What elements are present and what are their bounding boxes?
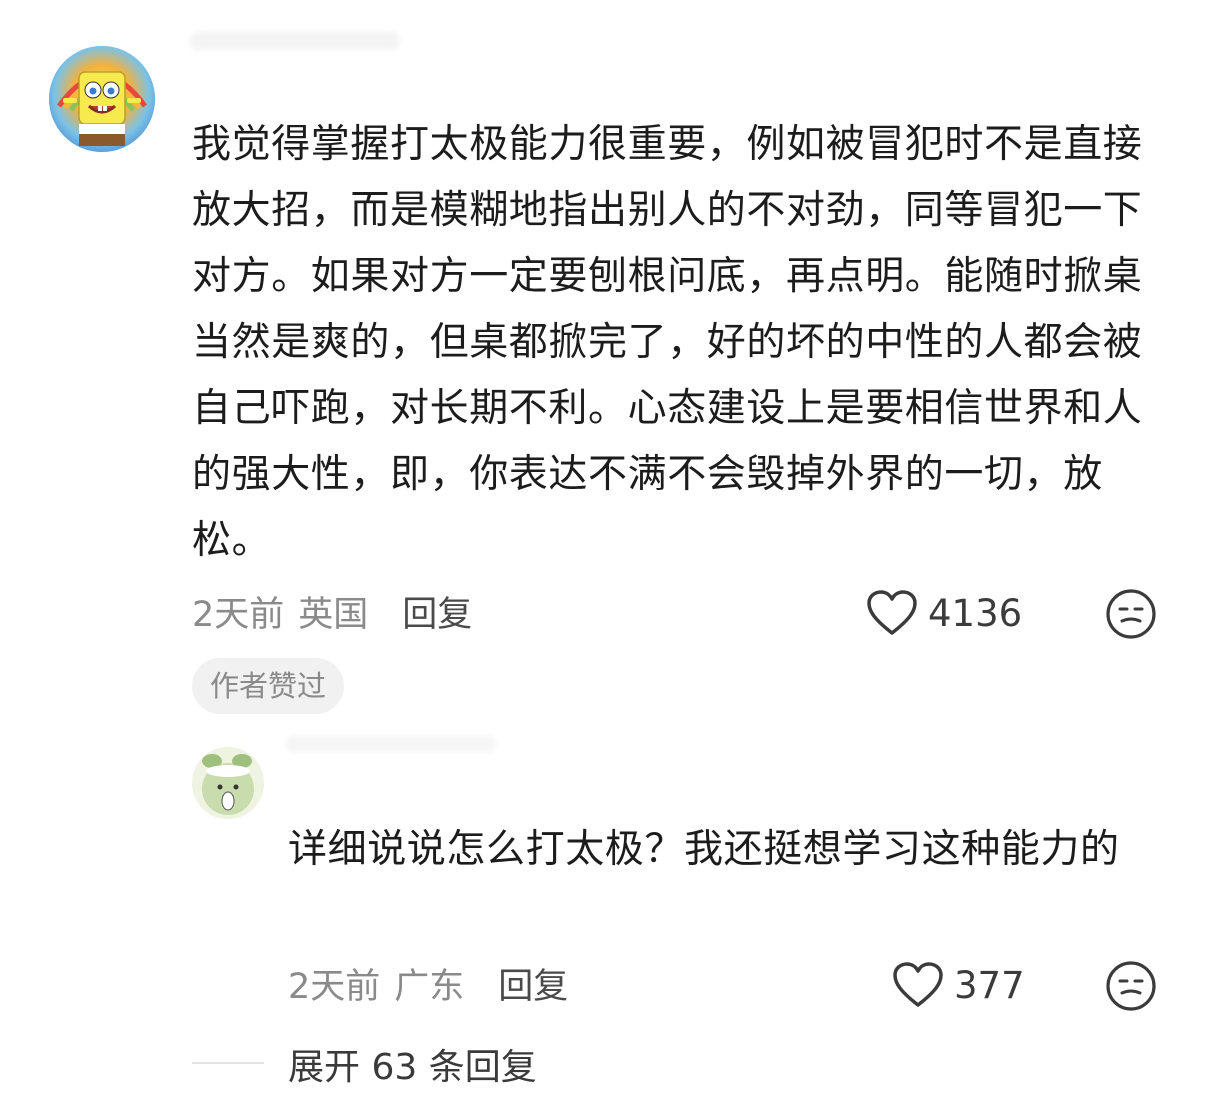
reply-location: 广东 (394, 966, 465, 1007)
reply-button[interactable]: 回复 (498, 958, 568, 1009)
like-button[interactable]: 377 (892, 958, 1025, 1012)
expand-replies-button[interactable]: 展开 63 条回复 (288, 1038, 537, 1090)
expressionless-face-icon (1106, 961, 1156, 1011)
reply-meta: 2天前 广东 回复 (288, 958, 568, 1008)
comment-time: 2天前 (192, 594, 285, 635)
heart-outline-icon (867, 590, 917, 635)
comment-text: 我觉得掌握打太极能力很重要，例如被冒犯时不是直接放大招，而是模糊地指出别人的不对… (192, 122, 1143, 563)
username-placeholder (190, 32, 400, 50)
green-cartoon-avatar-icon (192, 747, 264, 819)
reply-text: 详细说说怎么打太极？我还挺想学习这种能力的 (288, 827, 1120, 872)
dislike-button[interactable] (1105, 588, 1157, 644)
like-count: 377 (954, 963, 1025, 1007)
avatar[interactable] (49, 46, 155, 152)
reply-button[interactable]: 回复 (402, 586, 472, 637)
spongebob-avatar-icon (49, 46, 155, 152)
username-placeholder (286, 736, 496, 752)
reply-time: 2天前 (288, 966, 381, 1007)
author-liked-badge: 作者赞过 (192, 658, 345, 714)
dislike-button[interactable] (1105, 960, 1157, 1016)
avatar[interactable] (192, 747, 264, 819)
like-count: 4136 (928, 591, 1023, 635)
divider (192, 1062, 264, 1064)
like-button[interactable]: 4136 (866, 586, 1022, 640)
expressionless-face-icon (1106, 589, 1156, 639)
heart-outline-icon (893, 962, 943, 1007)
comment-meta: 2天前 英国 回复 (192, 586, 472, 636)
comment-location: 英国 (298, 594, 369, 635)
